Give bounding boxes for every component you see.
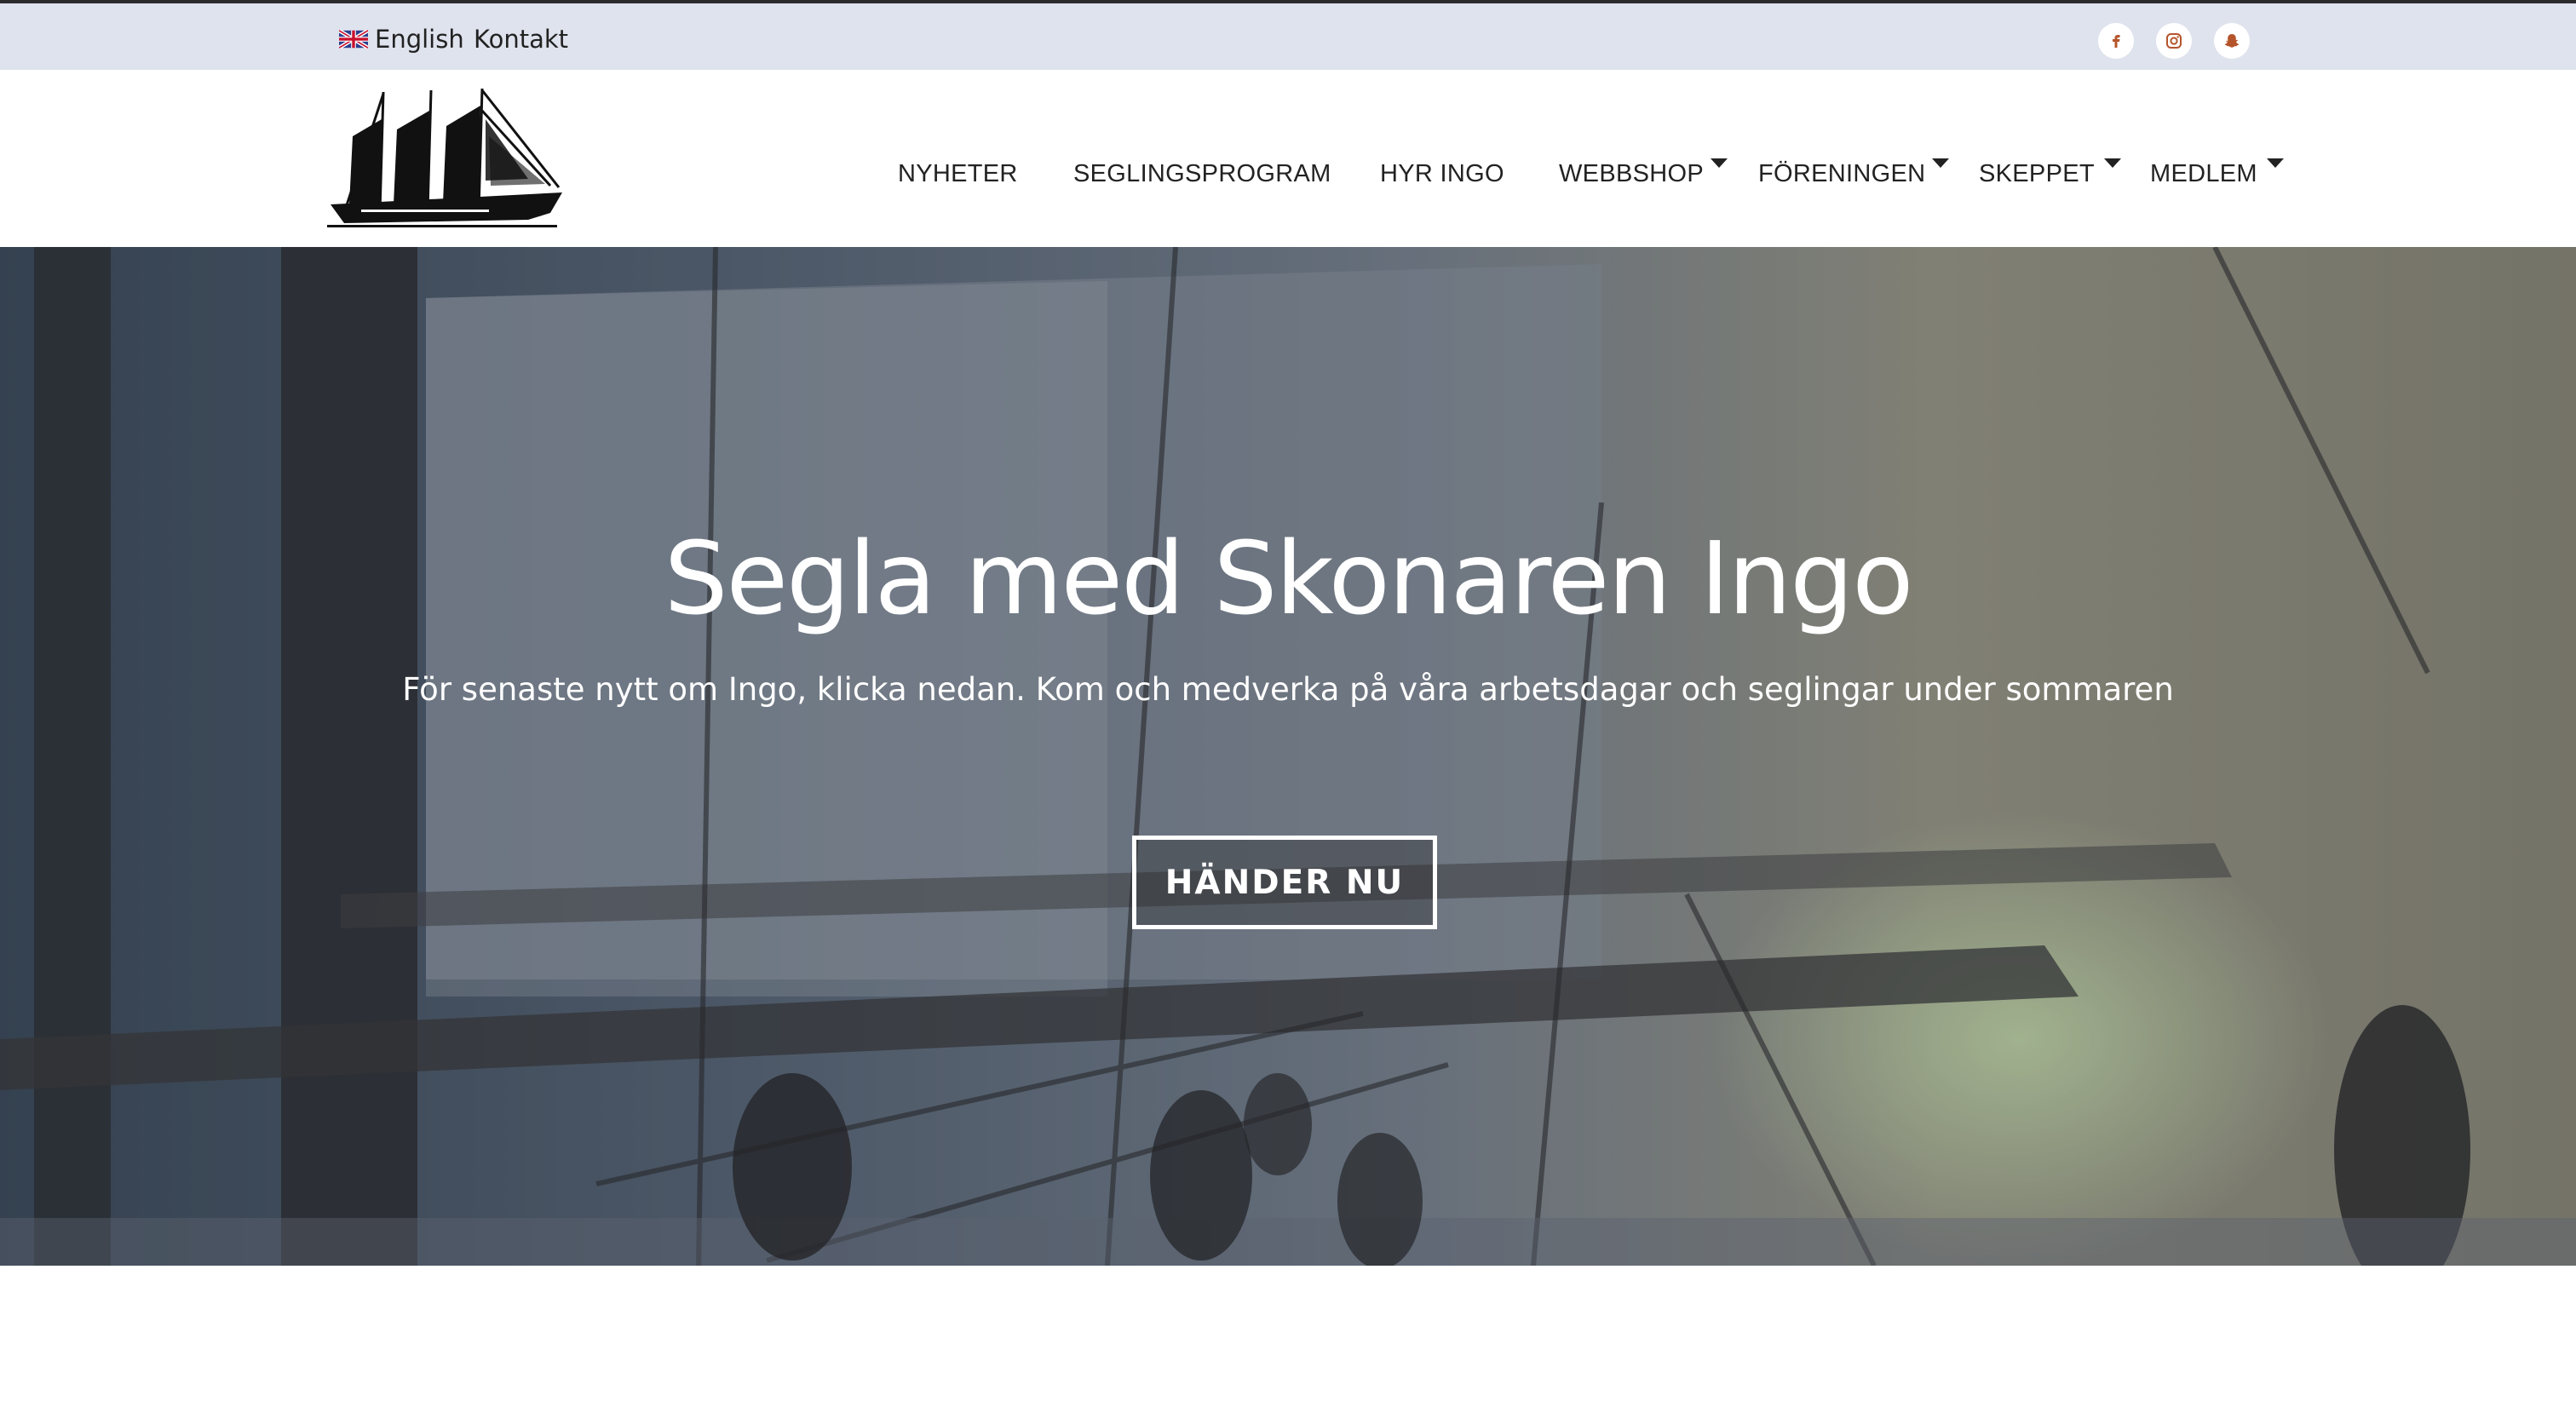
- hero-title: Segla med Skonaren Ingo: [664, 520, 1914, 637]
- nav-skeppet[interactable]: SKEPPET: [1979, 157, 2095, 191]
- medlem-dropdown-icon[interactable]: [2267, 158, 2284, 168]
- hero-background-image: [0, 247, 2576, 1266]
- language-label: English: [375, 25, 464, 54]
- skeppet-dropdown-icon[interactable]: [2104, 158, 2121, 168]
- facebook-link[interactable]: [2098, 23, 2134, 59]
- facebook-icon: [2113, 35, 2120, 48]
- snapchat-link[interactable]: [2214, 23, 2250, 59]
- nav-hyr-ingo[interactable]: HYR INGO: [1380, 157, 1504, 191]
- top-utility-bar: English Kontakt: [0, 3, 2576, 70]
- snapchat-icon: [2224, 34, 2240, 48]
- instagram-link[interactable]: [2156, 23, 2192, 59]
- webbshop-dropdown-icon[interactable]: [1711, 158, 1728, 168]
- uk-flag-icon: [339, 30, 368, 49]
- foreningen-dropdown-icon[interactable]: [1932, 158, 1949, 168]
- nav-webbshop[interactable]: WEBBSHOP: [1559, 157, 1704, 191]
- nav-medlem[interactable]: MEDLEM: [2150, 157, 2257, 191]
- instagram-icon: [2166, 33, 2182, 49]
- language-switch[interactable]: English: [339, 22, 464, 56]
- nav-foreningen[interactable]: FÖRENINGEN: [1758, 157, 1925, 191]
- nav-nyheter[interactable]: NYHETER: [898, 157, 1018, 191]
- contact-link[interactable]: Kontakt: [474, 22, 568, 56]
- hero-banner: Segla med Skonaren Ingo För senaste nytt…: [0, 247, 2576, 1266]
- site-header: NYHETER SEGLINGSPROGRAM HYR INGO WEBBSHO…: [0, 70, 2576, 247]
- page-content-area: [0, 1266, 2576, 1413]
- hander-nu-button[interactable]: HÄNDER NU: [1132, 836, 1437, 929]
- nav-seglingsprogram[interactable]: SEGLINGSPROGRAM: [1073, 157, 1331, 191]
- hero-subtitle: För senaste nytt om Ingo, klicka nedan. …: [402, 671, 2174, 708]
- ship-logo[interactable]: [327, 85, 566, 232]
